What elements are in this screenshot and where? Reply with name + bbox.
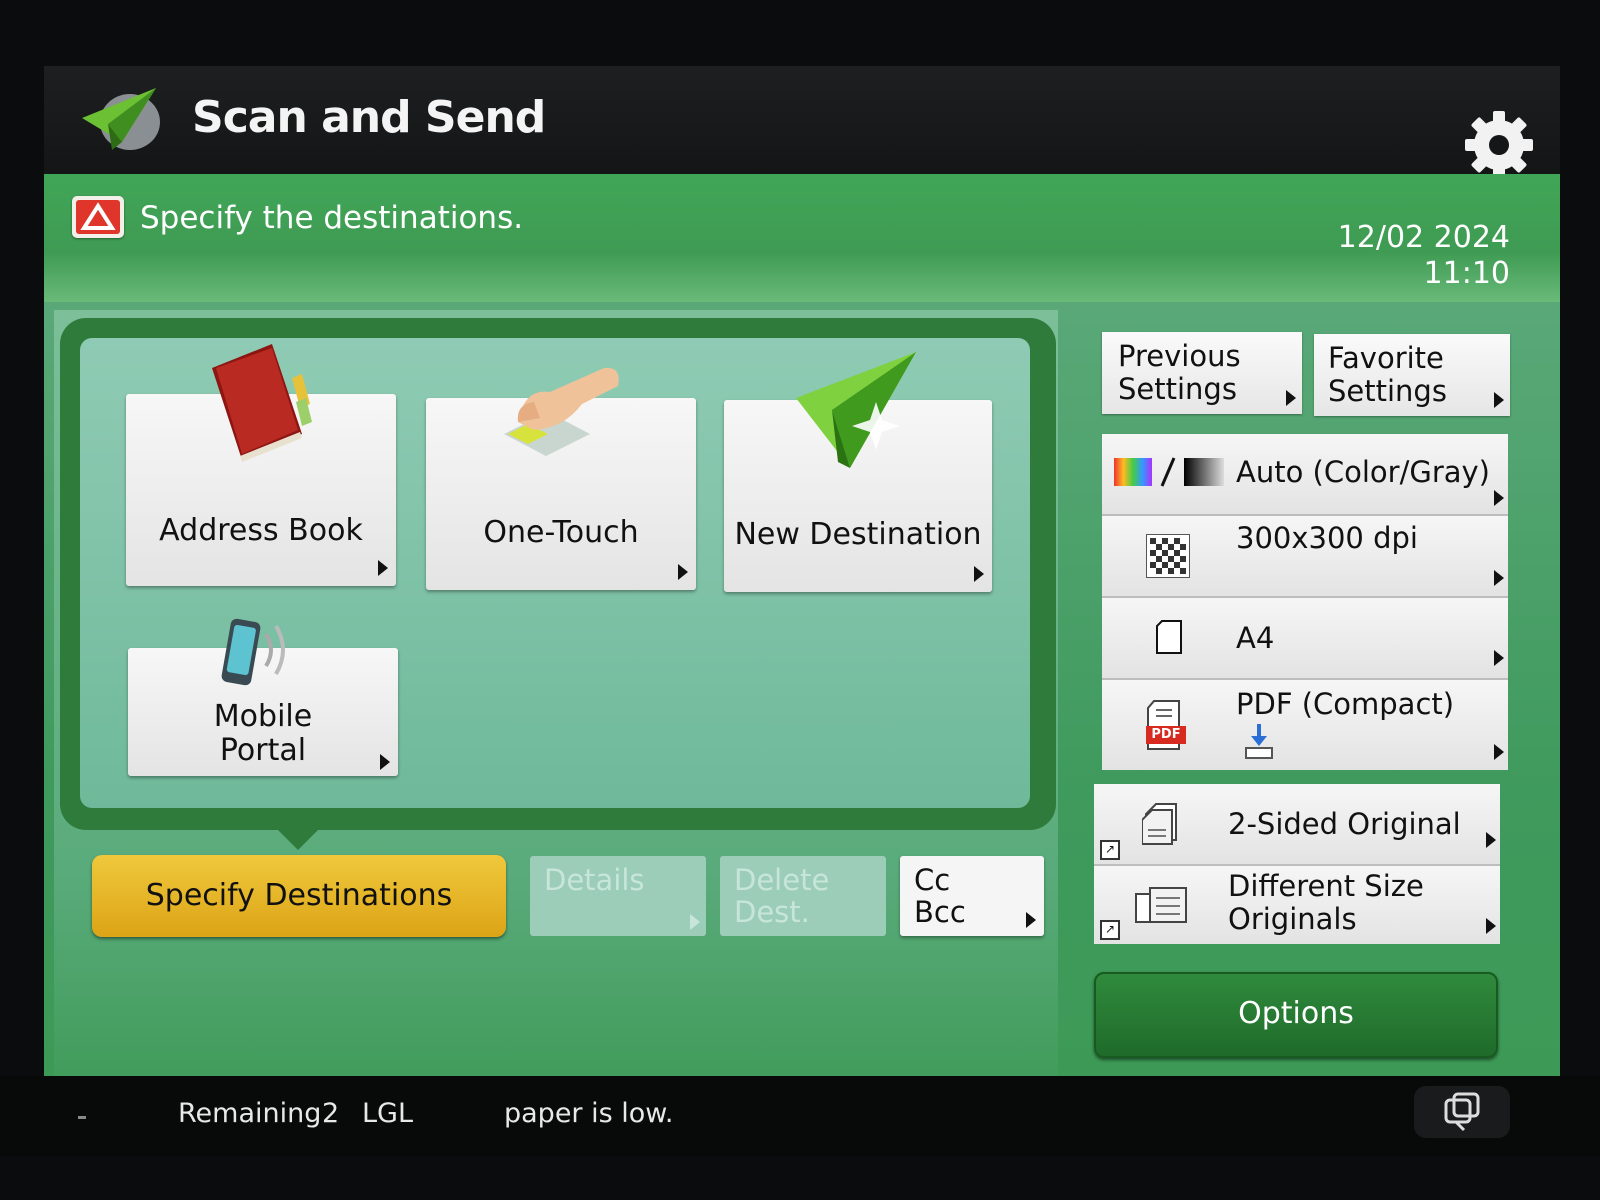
panel-pointer — [276, 828, 320, 850]
shortcut-icon: ↗ — [1100, 840, 1120, 860]
destination-panel-inner: Address Book One-Touch New Destination M… — [80, 338, 1030, 808]
arrow-right-icon — [1486, 918, 1496, 934]
message-bar: Specify the destinations. 12/02 2024 11:… — [44, 174, 1560, 304]
download-icon — [1245, 724, 1273, 759]
favorite-settings-label-2: Settings — [1328, 374, 1447, 408]
mobile-portal-label-1: Mobile — [213, 699, 313, 734]
arrow-right-icon — [1486, 832, 1496, 848]
title-bar: Scan and Send — [44, 66, 1560, 179]
new-destination-icon — [792, 350, 932, 484]
arrow-right-icon — [1494, 744, 1504, 760]
paper-icon — [1156, 620, 1182, 654]
remaining-count: 2 — [322, 1098, 340, 1129]
favorite-settings-label-1: Favorite — [1328, 341, 1444, 375]
arrow-right-icon — [1026, 912, 1036, 928]
paper-size-setting[interactable]: A4 — [1102, 598, 1508, 680]
delete-dest-button[interactable]: Delete Dest. — [720, 856, 886, 936]
arrow-right-icon — [1494, 392, 1504, 408]
address-book-label: Address Book — [159, 513, 363, 548]
status-bar: Remaining 2 LGL paper is low. — [0, 1076, 1600, 1156]
quick-settings-list: ↗ 2-Sided Original ↗ Different Size Orig… — [1094, 784, 1500, 946]
date-text: 12/02 2024 — [1337, 220, 1510, 255]
color-gray-icon — [1114, 457, 1224, 487]
arrow-right-icon — [678, 564, 688, 580]
cc-bcc-button[interactable]: Cc Bcc — [900, 856, 1044, 936]
destination-area: Address Book One-Touch New Destination M… — [54, 310, 1058, 1110]
previous-settings-button[interactable]: Previous Settings — [1102, 332, 1302, 414]
device-screen: Scan and Send Specify the destinations. — [44, 66, 1560, 1116]
destination-panel: Address Book One-Touch New Destination M… — [60, 318, 1056, 830]
arrow-right-icon — [1494, 650, 1504, 666]
paper-type: LGL — [362, 1098, 414, 1129]
details-button[interactable]: Details — [530, 856, 706, 936]
previous-settings-label-2: Settings — [1118, 372, 1237, 406]
new-destination-label: New Destination — [734, 517, 982, 552]
status-monitor-icon[interactable] — [1414, 1086, 1510, 1138]
shortcut-icon: ↗ — [1100, 920, 1120, 940]
pdf-badge: PDF — [1146, 726, 1186, 744]
gear-icon[interactable] — [1462, 108, 1536, 182]
different-size-originals-setting[interactable]: ↗ Different Size Originals — [1094, 866, 1500, 944]
instruction-message: Specify the destinations. — [140, 200, 524, 236]
arrow-right-icon — [974, 566, 984, 582]
different-size-label-2: Originals — [1228, 902, 1357, 936]
different-size-label-1: Different Size — [1228, 869, 1424, 903]
mobile-portal-label-2: Portal — [219, 733, 307, 768]
settings-panel: Previous Settings Favorite Settings Auto… — [1062, 310, 1558, 1110]
resolution-label: 300x300 dpi — [1236, 521, 1418, 555]
address-book-icon — [202, 338, 322, 472]
arrow-right-icon — [380, 754, 390, 770]
one-touch-label: One-Touch — [483, 515, 639, 550]
file-format-setting[interactable]: PDF PDF (Compact) — [1102, 680, 1508, 770]
main-content: Address Book One-Touch New Destination M… — [44, 302, 1560, 1116]
two-sided-original-setting[interactable]: ↗ 2-Sided Original — [1094, 784, 1500, 866]
status-message: paper is low. — [504, 1098, 674, 1129]
resolution-setting[interactable]: 300x300 dpi — [1102, 516, 1508, 598]
details-label: Details — [544, 863, 645, 897]
two-sided-icon — [1142, 803, 1177, 845]
different-size-icon — [1135, 887, 1187, 923]
options-button[interactable]: Options — [1094, 972, 1498, 1058]
arrow-right-icon — [1286, 390, 1296, 406]
cc-label: Cc — [914, 863, 951, 897]
remaining-label: Remaining — [178, 1098, 322, 1129]
resolution-icon — [1146, 534, 1190, 578]
color-mode-label: Auto (Color/Gray) — [1236, 455, 1490, 489]
warning-icon — [72, 196, 124, 238]
arrow-right-icon — [1494, 570, 1504, 586]
bcc-label: Bcc — [914, 895, 966, 929]
file-format-label: PDF (Compact) — [1236, 687, 1455, 721]
arrow-right-icon — [1494, 490, 1504, 506]
paper-size-label: A4 — [1236, 621, 1275, 655]
one-touch-icon — [494, 348, 634, 472]
delete-label-1: Delete — [734, 863, 830, 897]
app-title: Scan and Send — [192, 92, 546, 143]
specify-destinations-button[interactable]: Specify Destinations — [92, 855, 506, 937]
delete-label-2: Dest. — [734, 895, 810, 929]
status-indicator — [78, 1116, 86, 1119]
previous-settings-label-1: Previous — [1118, 339, 1241, 373]
scan-settings-list: Auto (Color/Gray) 300x300 dpi A4 PDF PDF… — [1102, 434, 1508, 770]
two-sided-label: 2-Sided Original — [1228, 807, 1461, 841]
favorite-settings-button[interactable]: Favorite Settings — [1314, 334, 1510, 416]
time-text: 11:10 — [1423, 256, 1510, 291]
color-mode-setting[interactable]: Auto (Color/Gray) — [1102, 434, 1508, 516]
mobile-phone-icon — [216, 614, 306, 694]
date-time: 12/02 2024 11:10 — [1338, 220, 1510, 292]
arrow-right-icon — [690, 914, 700, 930]
arrow-right-icon — [378, 560, 388, 576]
paper-plane-icon — [78, 80, 168, 160]
pdf-file-icon: PDF — [1146, 700, 1186, 750]
